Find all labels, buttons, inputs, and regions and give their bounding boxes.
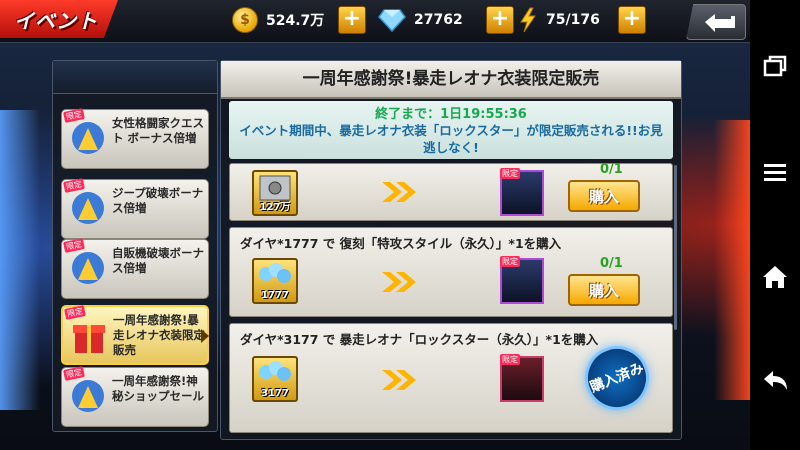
recent-apps-icon[interactable] (760, 52, 790, 82)
menu-icon[interactable] (760, 158, 790, 188)
add-diamond-button[interactable]: + (486, 6, 514, 34)
purchase-description: ダイヤ*1777 で 復刻「特攻スタイル（永久）」*1を購入 (240, 236, 562, 251)
screen-title-tab: イベント (0, 0, 118, 38)
event-timer: 終了まで：1日19:55:36 (375, 107, 527, 122)
arrow-right-icon (382, 182, 416, 202)
purchase-description: ダイヤ*3177 で 暴走レオナ「ロックスター（永久）」*1を購入 (240, 332, 599, 347)
diamond-resource: 27762 + (378, 6, 514, 34)
selected-arrow-icon (201, 329, 209, 343)
diamond-cost-box: 3177 (252, 356, 298, 402)
event-item-2[interactable]: 限定 ジープ破壊ボーナス倍増 (61, 178, 209, 239)
back-arrow-icon (705, 14, 735, 32)
character-portrait: 限定 (500, 354, 544, 402)
stamina-resource: 75/176 + (518, 6, 646, 34)
cost-amount: 1777 (261, 290, 289, 301)
diamond-pile-icon (259, 361, 291, 381)
add-stamina-button[interactable]: + (618, 6, 646, 34)
event-item-3[interactable]: 限定 自販機破壊ボーナス倍増 (61, 238, 209, 299)
event-list-header (53, 61, 217, 94)
event-badge-icon (72, 252, 104, 284)
purchased-stamp: 購入済み (575, 336, 659, 420)
gold-cost-box: 127万 (252, 170, 298, 216)
gift-box-icon (73, 325, 105, 353)
character-portrait: 限定 (500, 256, 544, 304)
event-item-label: ジープ破壊ボーナス倍増 (112, 186, 204, 215)
arrow-right-icon (382, 272, 416, 292)
event-item-label: 自販機破壊ボーナス倍増 (112, 246, 204, 275)
event-badge-icon (72, 380, 104, 412)
left-glow (0, 110, 40, 410)
event-description: イベント期間中、暴走レオナ衣装「ロックスター」が限定販売される!!お見逃しなく! (239, 123, 663, 155)
event-item-5[interactable]: 限定 一周年感謝祭!神秘ショップセール (61, 366, 209, 427)
scrollbar[interactable] (674, 165, 677, 330)
purchase-row-2: ダイヤ*1777 で 復刻「特攻スタイル（永久）」*1を購入 1777 限定 0… (229, 227, 673, 317)
gold-value: 524.7万 (266, 13, 325, 29)
arrow-right-icon (382, 370, 416, 390)
purchase-row-1: 127万 限定 0/1 購入 (229, 162, 673, 221)
cost-amount: 3177 (261, 388, 289, 399)
screen-title: イベント (14, 8, 98, 33)
event-item-label: 一周年感謝祭!神秘ショップセール (112, 374, 204, 403)
diamond-value: 27762 (414, 12, 463, 28)
system-nav-bar (750, 0, 800, 450)
event-item-1[interactable]: 限定 女性格闘家クエスト ボーナス倍増 (61, 108, 209, 169)
event-item-label: 一周年感謝祭!暴走レオナ衣装限定販売 (113, 313, 205, 357)
event-item-label: 女性格闘家クエスト ボーナス倍増 (112, 116, 204, 145)
character-portrait: 限定 (500, 168, 544, 216)
lightning-icon (520, 7, 536, 33)
top-bar: イベント $ 524.7万 + 27762 + 75/176 + (0, 0, 750, 43)
coin-icon: $ (232, 7, 258, 33)
limited-tag: 限定 (500, 354, 520, 365)
cost-amount: 127万 (259, 202, 291, 213)
home-icon[interactable] (760, 262, 790, 292)
event-badge-icon (72, 122, 104, 154)
gold-resource: $ 524.7万 + (232, 6, 366, 34)
diamond-cost-box: 1777 (252, 258, 298, 304)
limited-tag: 限定 (500, 168, 520, 179)
limited-tag: 限定 (500, 256, 520, 267)
purchase-progress: 0/1 (600, 256, 623, 271)
purchase-row-3: ダイヤ*3177 で 暴走レオナ「ロックスター（永久）」*1を購入 3177 限… (229, 323, 673, 433)
event-detail-title: 一周年感謝祭!暴走レオナ衣装限定販売 (221, 61, 681, 99)
event-item-4-selected[interactable]: 限定 一周年感謝祭!暴走レオナ衣装限定販売 (61, 305, 209, 365)
back-button[interactable] (686, 4, 746, 40)
stamina-value: 75/176 (546, 12, 600, 28)
buy-button[interactable]: 購入 (568, 180, 640, 212)
buy-button[interactable]: 購入 (568, 274, 640, 306)
event-badge-icon (72, 192, 104, 224)
add-gold-button[interactable]: + (338, 6, 366, 34)
diamond-icon (378, 9, 406, 32)
back-icon[interactable] (760, 366, 790, 396)
event-list[interactable]: 限定 女性格闘家クエスト ボーナス倍増 限定 ジープ破壊ボーナス倍増 限定 自販… (52, 60, 218, 432)
right-glow (714, 120, 750, 400)
event-info-box: 終了まで：1日19:55:36 イベント期間中、暴走レオナ衣装「ロックスター」が… (229, 101, 673, 159)
game-stage: イベント $ 524.7万 + 27762 + 75/176 + 限定 女性格闘… (0, 0, 750, 450)
diamond-pile-icon (259, 263, 291, 283)
event-detail-panel: 一周年感謝祭!暴走レオナ衣装限定販売 終了まで：1日19:55:36 イベント期… (220, 60, 682, 440)
purchase-progress: 0/1 (600, 162, 623, 177)
